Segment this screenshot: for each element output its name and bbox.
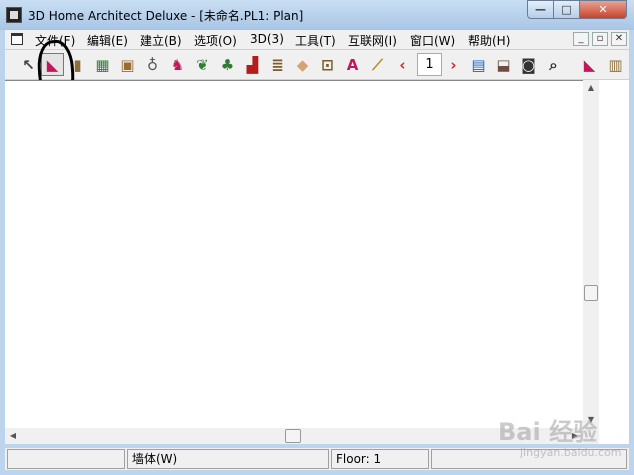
zoom-icon[interactable]: ⌕: [542, 53, 565, 76]
vertical-scroll-thumb[interactable]: [584, 285, 598, 301]
mdi-restore-button[interactable]: ▫: [592, 32, 608, 46]
scroll-down-icon[interactable]: ▼: [583, 412, 599, 428]
side-railing-icon[interactable]: ▥: [604, 53, 627, 76]
roof-icon[interactable]: ◆: [291, 53, 314, 76]
menu-file[interactable]: 文件(F): [35, 32, 75, 49]
fireplace-icon[interactable]: ▟: [241, 53, 264, 76]
menu-3d[interactable]: 3D(3): [250, 32, 284, 46]
floor-up-icon[interactable]: ›: [442, 53, 465, 76]
scroll-left-icon[interactable]: ◀: [5, 428, 21, 444]
window-title: 3D Home Architect Deluxe - [未命名.PL1: Pla…: [28, 9, 304, 23]
window-icon[interactable]: ▦: [91, 53, 114, 76]
electrical-icon[interactable]: ⊡: [316, 53, 339, 76]
status-cell-message: [7, 449, 125, 469]
menu-internet[interactable]: 互联网(I): [348, 32, 397, 49]
stairs-icon[interactable]: ≣: [266, 53, 289, 76]
camera-icon[interactable]: ◙: [517, 53, 540, 76]
side-wall-tool-icon[interactable]: ◣: [578, 53, 601, 76]
status-bar: 墙体(W) Floor: 1: [5, 448, 629, 470]
fixture-icon[interactable]: ♁: [141, 53, 164, 76]
floor-down-icon[interactable]: ‹: [391, 53, 414, 76]
select-arrow-icon[interactable]: ↖: [17, 53, 40, 76]
plan-canvas[interactable]: [5, 80, 583, 429]
mdi-minimize-button[interactable]: _: [573, 32, 589, 46]
scroll-right-icon[interactable]: ▶: [567, 428, 583, 444]
scroll-up-icon[interactable]: ▲: [583, 80, 599, 96]
menu-options[interactable]: 选项(O): [194, 32, 237, 49]
document-icon[interactable]: [11, 33, 23, 45]
menu-window[interactable]: 窗口(W): [410, 32, 455, 49]
floor-number-field[interactable]: 1: [417, 53, 442, 76]
menu-help[interactable]: 帮助(H): [468, 32, 510, 49]
title-bar: 3D Home Architect Deluxe - [未命名.PL1: Pla…: [0, 0, 634, 30]
menu-tools[interactable]: 工具(T): [295, 32, 336, 49]
toolbar: ↖ ◣ ▮ ▦ ▣ ♁ ♞ ❦ ♣ ▟ ≣ ◆ ⊡ A ⟋ ‹ 1 › ▤ ⬓ …: [5, 50, 629, 79]
tree-icon[interactable]: ♣: [216, 53, 239, 76]
menu-bar: 文件(F) 编辑(E) 建立(B) 选项(O) 3D(3) 工具(T) 互联网(…: [5, 30, 629, 49]
menu-build[interactable]: 建立(B): [140, 32, 182, 49]
status-cell-tool: 墙体(W): [127, 449, 329, 469]
status-cell-extra: [431, 449, 627, 469]
dimension-ruler-icon[interactable]: ⟋: [366, 53, 389, 76]
minimize-button[interactable]: —: [527, 0, 554, 19]
menu-edit[interactable]: 编辑(E): [87, 32, 128, 49]
vertical-scrollbar[interactable]: ▲ ▼: [583, 80, 599, 428]
maximize-button[interactable]: □: [553, 0, 580, 19]
furniture-icon[interactable]: ♞: [166, 53, 189, 76]
plan-view-icon[interactable]: ▤: [467, 53, 490, 76]
wall-tool-icon[interactable]: ◣: [41, 53, 64, 76]
door-icon[interactable]: ▮: [66, 53, 89, 76]
text-icon[interactable]: A: [341, 53, 364, 76]
elevation-view-icon[interactable]: ⬓: [492, 53, 515, 76]
horizontal-scrollbar[interactable]: ◀ ▶: [5, 428, 583, 444]
app-icon[interactable]: [6, 7, 22, 23]
horizontal-scroll-thumb[interactable]: [285, 429, 301, 443]
side-panel: [599, 80, 629, 444]
close-button[interactable]: ✕: [579, 0, 627, 19]
mdi-close-button[interactable]: ✕: [611, 32, 627, 46]
landscape-icon[interactable]: ❦: [191, 53, 214, 76]
status-cell-floor: Floor: 1: [331, 449, 429, 469]
scrollbar-corner: [583, 428, 599, 444]
cabinet-icon[interactable]: ▣: [116, 53, 139, 76]
